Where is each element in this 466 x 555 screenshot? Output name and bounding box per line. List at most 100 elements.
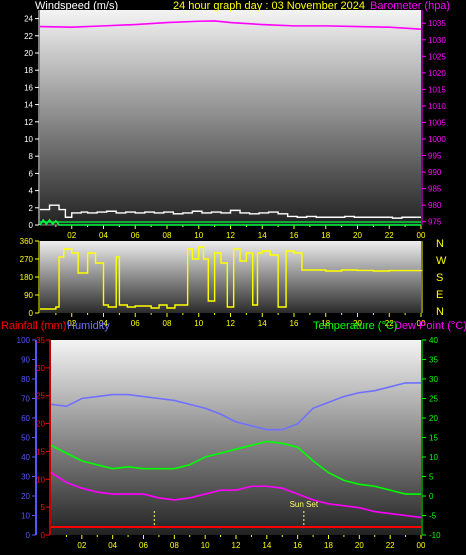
rainfall-tick-label: 30: [36, 364, 45, 373]
humidity-tick-label: 20: [21, 492, 30, 501]
x-tick-label: 20: [355, 541, 364, 550]
x-tick-label: 06: [139, 541, 148, 550]
temperature-tick-label: 30: [429, 375, 438, 384]
x-tick-label: 14: [258, 231, 267, 240]
direction-label: N: [436, 306, 444, 318]
direction-label: N: [436, 238, 444, 250]
x-tick-label: 14: [262, 541, 271, 550]
y-tick-label-right: 995: [428, 152, 442, 161]
temperature-humidity-plot-area: [51, 340, 421, 535]
y-tick-label-right: 1015: [428, 85, 446, 94]
temperature-tick-label: 20: [429, 414, 438, 423]
humidity-tick-label: 50: [21, 434, 30, 443]
y-tick-label: 10: [24, 135, 33, 144]
x-tick-label: 06: [131, 319, 140, 328]
rainfall-tick-label: 0: [41, 531, 46, 540]
x-tick-label: 14: [258, 319, 267, 328]
y-tick-label-right: 980: [428, 201, 442, 210]
temperature-tick-label: 5: [429, 473, 434, 482]
x-tick-label: 08: [163, 319, 172, 328]
temperature-tick-label: -5: [429, 512, 437, 521]
y-tick-label: 0: [29, 221, 34, 230]
y-tick-label: 270: [20, 255, 34, 264]
x-tick-label: 00: [417, 541, 426, 550]
y-tick-label: 22: [24, 32, 33, 41]
weather-graph: 0246810121416182022249759809859909951000…: [17, 10, 446, 550]
y-tick-label: 6: [29, 169, 34, 178]
x-tick-label: 00: [417, 231, 426, 240]
rainfall-tick-label: 10: [36, 475, 45, 484]
humidity-tick-label: 80: [21, 375, 30, 384]
y-tick-label: 8: [29, 152, 34, 161]
dewpoint-axis-title: Dew Point (°C): [394, 320, 466, 332]
x-tick-label: 12: [226, 319, 235, 328]
rainfall-tick-label: 20: [36, 420, 45, 429]
x-tick-label: 22: [385, 231, 394, 240]
y-tick-label: 24: [24, 15, 33, 24]
temperature-axis-title: Temperature (°C): [313, 320, 398, 332]
y-tick-label: 16: [24, 83, 33, 92]
direction-label: E: [436, 289, 444, 301]
humidity-tick-label: 40: [21, 453, 30, 462]
y-tick-label: 0: [29, 309, 34, 318]
y-tick-label: 14: [24, 101, 33, 110]
temperature-tick-label: 35: [429, 356, 438, 365]
x-tick-label: 08: [170, 541, 179, 550]
humidity-tick-label: 0: [26, 531, 31, 540]
humidity-tick-label: 70: [21, 395, 30, 404]
y-tick-label-right: 1010: [428, 102, 446, 111]
y-tick-label: 12: [24, 118, 33, 127]
x-tick-label: 18: [324, 541, 333, 550]
humidity-tick-label: 30: [21, 473, 30, 482]
x-tick-label: 06: [131, 231, 140, 240]
y-tick-label-right: 1025: [428, 52, 446, 61]
temperature-tick-label: 0: [429, 492, 434, 501]
x-tick-label: 16: [293, 541, 302, 550]
humidity-axis-title: Humidity: [67, 320, 110, 332]
y-tick-label-right: 985: [428, 185, 442, 194]
y-tick-label: 20: [24, 49, 33, 58]
y-tick-label-right: 1035: [428, 19, 446, 28]
temperature-tick-label: 10: [429, 453, 438, 462]
x-tick-label: 18: [321, 231, 330, 240]
humidity-tick-label: 90: [21, 356, 30, 365]
x-tick-label: 08: [163, 231, 172, 240]
humidity-tick-label: 60: [21, 414, 30, 423]
x-tick-label: 12: [226, 231, 235, 240]
rainfall-axis-title: Rainfall (mm): [1, 320, 67, 332]
x-tick-label: 16: [290, 319, 299, 328]
x-tick-label: 04: [108, 541, 117, 550]
humidity-tick-label: 100: [17, 336, 31, 345]
y-tick-label: 360: [20, 237, 34, 246]
wind-direction-plot-area: [40, 241, 421, 313]
y-tick-label: 180: [20, 273, 34, 282]
rainfall-tick-label: 5: [41, 503, 46, 512]
x-tick-label: 10: [201, 541, 210, 550]
rainfall-tick-label: 35: [36, 336, 45, 345]
y-tick-label-right: 1020: [428, 69, 446, 78]
x-tick-label: 22: [386, 541, 395, 550]
y-tick-label-right: 990: [428, 168, 442, 177]
temperature-tick-label: 40: [429, 336, 438, 345]
rainfall-tick-label: 15: [36, 447, 45, 456]
temperature-tick-label: -10: [429, 531, 441, 540]
rainfall-tick-label: 25: [36, 392, 45, 401]
x-tick-label: 10: [194, 319, 203, 328]
x-tick-label: 12: [232, 541, 241, 550]
wind-barometer-plot-area: [40, 10, 421, 225]
y-tick-label: 90: [24, 291, 33, 300]
sun-set-label: Sun Set: [290, 500, 319, 509]
barometer-axis-title: Barometer (hpa): [370, 0, 451, 12]
graph-title: 24 hour graph day : 03 November 2024: [173, 0, 366, 12]
y-tick-label: 2: [29, 204, 34, 213]
x-tick-label: 02: [67, 231, 76, 240]
x-tick-label: 04: [99, 231, 108, 240]
y-tick-label-right: 1005: [428, 118, 446, 127]
y-tick-label-right: 975: [428, 218, 442, 227]
windspeed-axis-title: Windspeed (m/s): [35, 0, 119, 12]
temperature-tick-label: 25: [429, 395, 438, 404]
y-tick-label: 18: [24, 66, 33, 75]
temperature-tick-label: 15: [429, 434, 438, 443]
y-tick-label: 4: [29, 187, 34, 196]
x-tick-label: 10: [194, 231, 203, 240]
